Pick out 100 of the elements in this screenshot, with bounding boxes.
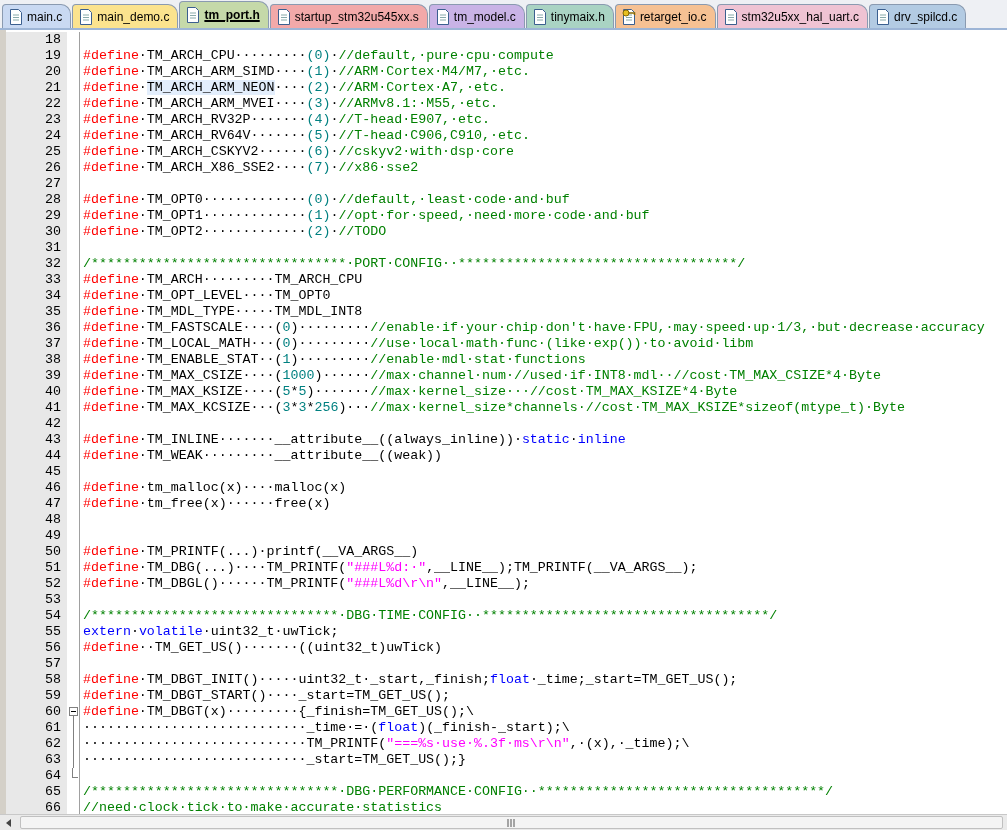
code-line: #define·TM_ARCH_RV32P·······(4)·//T-head·E907,·etc. <box>83 112 490 127</box>
file-icon <box>276 8 291 25</box>
code-line: #define·TM_PRINTF(...)·printf(__VA_ARGS__) <box>83 544 419 559</box>
code-line: #define·TM_LOCAL_MATH···(0)·········//use·local·math·func·(like·exp())·to·avoid·libm <box>83 336 754 351</box>
line-number: 21 <box>6 80 67 96</box>
line-number: 50 <box>6 544 67 560</box>
line-number: 58 <box>6 672 67 688</box>
line-number: 31 <box>6 240 67 256</box>
line-number: 32 <box>6 256 67 272</box>
line-number: 56 <box>6 640 67 656</box>
code-line: #define·TM_OPT0·············(0)·//default,·least·code·and·buf <box>83 192 570 207</box>
file-tab[interactable]: stm32u5xx_hal_uart.c <box>716 4 868 28</box>
code-line: #define·TM_ARCH_CPU·········(0)·//default,·pure·cpu·compute <box>83 48 554 63</box>
line-number: 61 <box>6 720 67 736</box>
file-tab[interactable]: main.c <box>2 4 72 28</box>
line-number: 43 <box>6 432 67 448</box>
line-number: 52 <box>6 576 67 592</box>
line-number: 33 <box>6 272 67 288</box>
code-line: #define·TM_ARCH_ARM_SIMD····(1)·//ARM·Cortex·M4/M7,·etc. <box>83 64 530 79</box>
line-number: 22 <box>6 96 67 112</box>
line-number: 26 <box>6 160 67 176</box>
line-number: 55 <box>6 624 67 640</box>
line-number: 66 <box>6 800 67 814</box>
code-line: #define·TM_OPT1·············(1)·//opt·for·speed,·need·more·code·and·buf <box>83 208 650 223</box>
scrollbar-thumb[interactable] <box>20 816 1003 829</box>
line-number: 47 <box>6 496 67 512</box>
line-number: 25 <box>6 144 67 160</box>
line-number: 24 <box>6 128 67 144</box>
code-line: extern·volatile·uint32_t·uwTick; <box>83 624 339 639</box>
line-number: 27 <box>6 176 67 192</box>
line-number: 42 <box>6 416 67 432</box>
file-tab[interactable]: retarget_io.c <box>614 4 716 28</box>
code-line: #define·TM_DBG(...)····TM_PRINTF("###L%d:·",__LINE__);TM_PRINTF(__VA_ARGS__); <box>83 560 698 575</box>
code-line: #define·TM_ARCH·········TM_ARCH_CPU <box>83 272 363 287</box>
file-icon <box>723 8 738 25</box>
line-number: 62 <box>6 736 67 752</box>
code-line: #define·TM_WEAK·········__attribute__((weak)) <box>83 448 443 463</box>
file-tab[interactable]: tm_port.h <box>179 1 269 28</box>
code-line: /*******************************·DBG·TIME·CONFIG··************************************/ <box>83 608 778 623</box>
fold-toggle-icon[interactable] <box>68 704 78 720</box>
line-number: 45 <box>6 464 67 480</box>
line-number: 48 <box>6 512 67 528</box>
line-number: 23 <box>6 112 67 128</box>
line-number: 51 <box>6 560 67 576</box>
code-line: #define·TM_DBGL()······TM_PRINTF("###L%d\r\n",__LINE__); <box>83 576 530 591</box>
code-line: #define··TM_GET_US()·······((uint32_t)uwTick) <box>83 640 443 655</box>
code-line: #define·TM_DBGT_INIT()·····uint32_t·_start,_finish;float·_time;_start=TM_GET_US(); <box>83 672 738 687</box>
line-number: 40 <box>6 384 67 400</box>
code-line: #define·TM_DBGT_START()····_start=TM_GET_US(); <box>83 688 451 703</box>
file-icon <box>435 8 450 25</box>
code-line: #define·TM_MAX_KCSIZE···(3*3*256)···//max·kernel_size*channels·//cost·TM_MAX_KSIZE*sizeof(mtype_t)·Byte <box>83 400 905 415</box>
file-tab[interactable]: tinymaix.h <box>525 4 614 28</box>
line-number: 30 <box>6 224 67 240</box>
code-line: //need·clock·tick·to·make·accurate·statistics <box>83 800 443 814</box>
line-number: 36 <box>6 320 67 336</box>
horizontal-scrollbar[interactable] <box>0 814 1007 830</box>
line-number: 41 <box>6 400 67 416</box>
file-key-icon <box>621 8 636 25</box>
file-tab[interactable]: startup_stm32u545xx.s <box>269 4 428 28</box>
code-line: #define·TM_ARCH_CSKYV2······(6)·//cskyv2·with·dsp·core <box>83 144 514 159</box>
line-number: 63 <box>6 752 67 768</box>
code-line: #define·TM_OPT2·············(2)·//TODO <box>83 224 387 239</box>
code-line: #define·tm_free(x)······free(x) <box>83 496 331 511</box>
line-number: 28 <box>6 192 67 208</box>
line-number: 19 <box>6 48 67 64</box>
line-number: 65 <box>6 784 67 800</box>
file-icon <box>9 8 23 25</box>
code-line: #define·TM_DBGT(x)·········{_finish=TM_GET_US();\ <box>83 704 474 719</box>
code-line: #define·TM_MAX_CSIZE····(1000)······//max·channel·num·//used·if·INT8·mdl··//cost·TM_MAX_CSIZE*4·Byte <box>83 368 881 383</box>
code-line: #define·TM_ENABLE_STAT··(1)·········//enable·mdl·stat·functions <box>83 352 586 367</box>
line-number: 57 <box>6 656 67 672</box>
file-tab[interactable]: tm_model.c <box>428 4 525 28</box>
line-number: 35 <box>6 304 67 320</box>
file-icon <box>186 7 201 23</box>
file-tab[interactable]: drv_spilcd.c <box>869 4 967 28</box>
line-number: 54 <box>6 608 67 624</box>
line-number: 18 <box>6 32 67 48</box>
code-line: #define·TM_INLINE·······__attribute__((always_inline))·static·inline <box>83 432 626 447</box>
line-number: 29 <box>6 208 67 224</box>
code-line: #define·TM_ARCH_X86_SSE2····(7)·//x86·sse2 <box>83 160 419 175</box>
code-line: #define·TM_ARCH_RV64V·······(5)·//T-head·C906,C910,·etc. <box>83 128 530 143</box>
code-line: ····························TM_PRINTF("===%s·use·%.3f·ms\r\n",·(x),·_time);\ <box>83 736 690 751</box>
line-number: 59 <box>6 688 67 704</box>
line-number: 53 <box>6 592 67 608</box>
line-number: 34 <box>6 288 67 304</box>
line-number: 37 <box>6 336 67 352</box>
code-line: #define·TM_ARCH_ARM_MVEI····(3)·//ARMv8.1:·M55,·etc. <box>83 96 498 111</box>
code-line: #define·tm_malloc(x)····malloc(x) <box>83 480 347 495</box>
code-line: #define·TM_MAX_KSIZE····(5*5)·······//max·kernel_size···//cost·TM_MAX_KSIZE*4·Byte <box>83 384 738 399</box>
file-icon <box>532 8 547 25</box>
line-number: 49 <box>6 528 67 544</box>
line-number: 20 <box>6 64 67 80</box>
scroll-left-icon[interactable] <box>6 818 12 827</box>
code-line: ····························_time·=·(float)(_finish-_start);\ <box>83 720 570 735</box>
file-tab[interactable]: main_demo.c <box>72 4 179 28</box>
code-line: #define·TM_MDL_TYPE·····TM_MDL_INT8 <box>83 304 363 319</box>
code-line: #define·TM_ARCH_ARM_NEON····(2)·//ARM·Cortex·A7,·etc. <box>83 80 506 95</box>
code-line: #define·TM_OPT_LEVEL····TM_OPT0 <box>83 288 331 303</box>
line-number: 60 <box>6 704 67 720</box>
code-line: /********************************·PORT·CONFIG··***********************************/ <box>83 256 746 271</box>
